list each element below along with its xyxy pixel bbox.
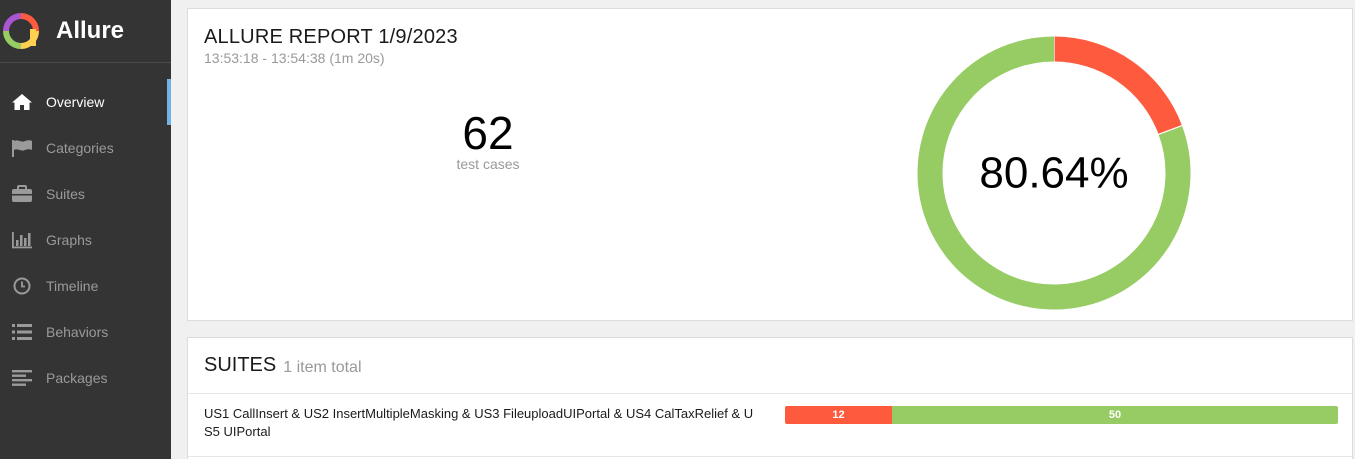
- sidebar: Allure Overview Categories Suites Graphs: [0, 0, 171, 459]
- status-donut-chart[interactable]: 80.64%: [914, 33, 1194, 313]
- report-title: ALLURE REPORT 1/9/2023: [204, 26, 458, 48]
- test-case-count-label: test cases: [456, 156, 520, 172]
- sidebar-nav: Overview Categories Suites Graphs Timeli…: [0, 79, 171, 401]
- report-time-range: 13:53:18 - 13:54:38 (1m 20s): [204, 50, 385, 66]
- clock-icon: [10, 276, 34, 296]
- sidebar-item-label: Categories: [46, 140, 114, 156]
- failed-segment[interactable]: 12: [785, 406, 893, 424]
- brand-name: Allure: [56, 17, 125, 44]
- test-case-count: 62 test cases: [428, 107, 548, 172]
- donut-percent-label: 80.64%: [979, 149, 1128, 198]
- sidebar-item-graphs[interactable]: Graphs: [0, 217, 171, 263]
- list-icon: [10, 322, 34, 342]
- sidebar-item-overview[interactable]: Overview: [0, 79, 171, 125]
- donut-slice-failed[interactable]: [1053, 36, 1183, 135]
- flag-icon: [10, 138, 34, 158]
- suite-name: US1 CallInsert & US2 InsertMultipleMaski…: [204, 406, 754, 439]
- align-left-icon: [10, 368, 34, 388]
- summary-widget: ALLURE REPORT 1/9/2023 13:53:18 - 13:54:…: [187, 8, 1353, 321]
- sidebar-item-packages[interactable]: Packages: [0, 355, 171, 401]
- home-icon: [10, 92, 34, 112]
- sidebar-item-label: Suites: [46, 186, 85, 202]
- suites-title: SUITES: [204, 354, 277, 376]
- sidebar-item-suites[interactable]: Suites: [0, 171, 171, 217]
- sidebar-item-label: Behaviors: [46, 324, 109, 340]
- suites-count: 1 item total: [283, 358, 362, 376]
- sidebar-item-label: Packages: [46, 370, 108, 386]
- bar-chart-icon: [10, 230, 34, 250]
- sidebar-item-behaviors[interactable]: Behaviors: [0, 309, 171, 355]
- suite-row[interactable]: US1 CallInsert & US2 InsertMultipleMaski…: [188, 394, 1352, 457]
- briefcase-icon: [10, 184, 34, 204]
- suite-status-bar[interactable]: 12 50: [785, 406, 1338, 424]
- brand[interactable]: Allure: [0, 0, 171, 63]
- allure-logo-icon: [3, 13, 39, 49]
- suites-header: SUITES 1 item total: [188, 338, 1352, 394]
- sidebar-item-label: Graphs: [46, 232, 92, 248]
- sidebar-item-label: Timeline: [46, 278, 99, 294]
- suites-widget: SUITES 1 item total US1 CallInsert & US2…: [187, 337, 1353, 459]
- sidebar-item-categories[interactable]: Categories: [0, 125, 171, 171]
- passed-segment[interactable]: 50: [892, 406, 1338, 424]
- sidebar-item-timeline[interactable]: Timeline: [0, 263, 171, 309]
- sidebar-item-label: Overview: [46, 94, 105, 110]
- test-case-count-value: 62: [462, 107, 514, 159]
